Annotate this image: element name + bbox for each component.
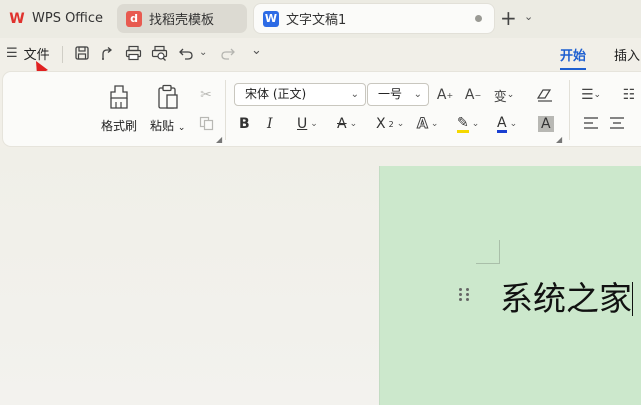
character-shading-icon[interactable]: A xyxy=(538,114,554,134)
chevron-down-icon: ⌄ xyxy=(413,89,422,100)
bullet-list-icon[interactable]: ☰ ⌄ xyxy=(581,85,601,105)
save-icon[interactable] xyxy=(72,43,92,63)
tab-insert[interactable]: 插入 xyxy=(614,45,640,64)
menu-row: ☰ 文件 ⌄ ⌄ 开始 插入 xyxy=(0,38,641,70)
tab-home[interactable]: 开始 xyxy=(560,45,587,70)
copy-icon[interactable] xyxy=(196,113,216,133)
wps-logo-icon: W xyxy=(9,10,25,27)
align-center-icon[interactable] xyxy=(607,113,627,133)
page-margin-corner-mark xyxy=(476,240,500,264)
superscript-icon[interactable]: X 2 ⌄ xyxy=(376,114,404,134)
undo-icon[interactable] xyxy=(176,43,196,63)
format-painter-label: 格式刷 xyxy=(101,119,138,133)
writer-doc-icon: W xyxy=(263,10,279,27)
paste-icon xyxy=(153,82,183,112)
clipboard-expander-icon[interactable]: ◢ xyxy=(216,135,222,144)
customize-quick-access-chevron-icon[interactable]: ⌄ xyxy=(251,43,262,58)
text-cursor xyxy=(632,282,633,316)
font-size-select[interactable]: 一号 ⌄ xyxy=(367,83,429,106)
font-color-icon[interactable]: A ⌄ xyxy=(497,114,517,134)
decrease-font-size-icon[interactable]: A − xyxy=(463,85,483,105)
divider xyxy=(225,80,226,140)
paragraph-drag-handle-icon[interactable] xyxy=(456,285,472,303)
ribbon-home-panel: 格式刷 粘贴 ⌄ ✂ ◢ 宋体 (正文) ⌄ 一号 ⌄ A + A − 变 ⌄ B I… xyxy=(3,72,641,146)
increase-font-size-icon[interactable]: A + xyxy=(435,85,455,105)
bold-icon[interactable]: B xyxy=(239,114,250,134)
clear-formatting-icon[interactable] xyxy=(535,85,555,105)
italic-icon[interactable]: I xyxy=(267,114,273,134)
font-family-select[interactable]: 宋体 (正文) ⌄ xyxy=(234,83,366,106)
format-painter-button[interactable]: 格式刷 xyxy=(101,82,137,134)
underline-icon[interactable]: U ⌄ xyxy=(297,114,318,134)
phonetic-guide-icon[interactable]: 变 ⌄ xyxy=(494,85,515,105)
tab-bar: W WPS Office d 找稻壳模板 W 文字文稿1 + ⌄ xyxy=(0,0,641,38)
hamburger-icon: ☰ xyxy=(6,46,18,61)
format-painter-icon xyxy=(104,82,134,112)
chevron-down-icon[interactable]: ⌄ xyxy=(524,10,533,23)
divider xyxy=(569,80,570,140)
tab-label: 找稻壳模板 xyxy=(149,13,215,28)
cut-icon[interactable]: ✂ xyxy=(196,85,216,105)
docer-logo-icon: d xyxy=(126,10,142,27)
tab-document[interactable]: W 文字文稿1 xyxy=(254,4,494,33)
tab-close-dot-icon[interactable] xyxy=(475,15,482,22)
align-left-icon[interactable] xyxy=(581,113,601,133)
export-pdf-icon[interactable] xyxy=(97,43,117,63)
chevron-down-icon: ⌄ xyxy=(350,89,359,100)
chevron-down-icon[interactable]: ⌄ xyxy=(199,47,207,58)
paste-label: 粘贴 ⌄ xyxy=(150,119,186,133)
tab-label: 文字文稿1 xyxy=(286,13,347,28)
highlight-color-icon[interactable]: ✎ ⌄ xyxy=(457,114,479,134)
tab-label: WPS Office xyxy=(32,11,104,26)
print-icon[interactable] xyxy=(123,43,143,63)
tab-docer-templates[interactable]: d 找稻壳模板 xyxy=(117,4,247,33)
numbered-list-icon[interactable]: ☷ xyxy=(619,85,639,105)
paste-button[interactable]: 粘贴 ⌄ xyxy=(150,82,185,134)
redo-icon[interactable] xyxy=(218,43,238,63)
document-body-text[interactable]: 系统之家 xyxy=(500,272,633,320)
tab-wps-office[interactable]: W WPS Office xyxy=(0,4,110,33)
strikethrough-icon[interactable]: A ⌄ xyxy=(337,114,357,134)
text-effect-icon[interactable]: A ⌄ xyxy=(417,114,439,134)
new-tab-plus-icon[interactable]: + xyxy=(500,7,517,29)
print-preview-icon[interactable] xyxy=(149,43,169,63)
font-expander-icon[interactable]: ◢ xyxy=(556,135,562,144)
